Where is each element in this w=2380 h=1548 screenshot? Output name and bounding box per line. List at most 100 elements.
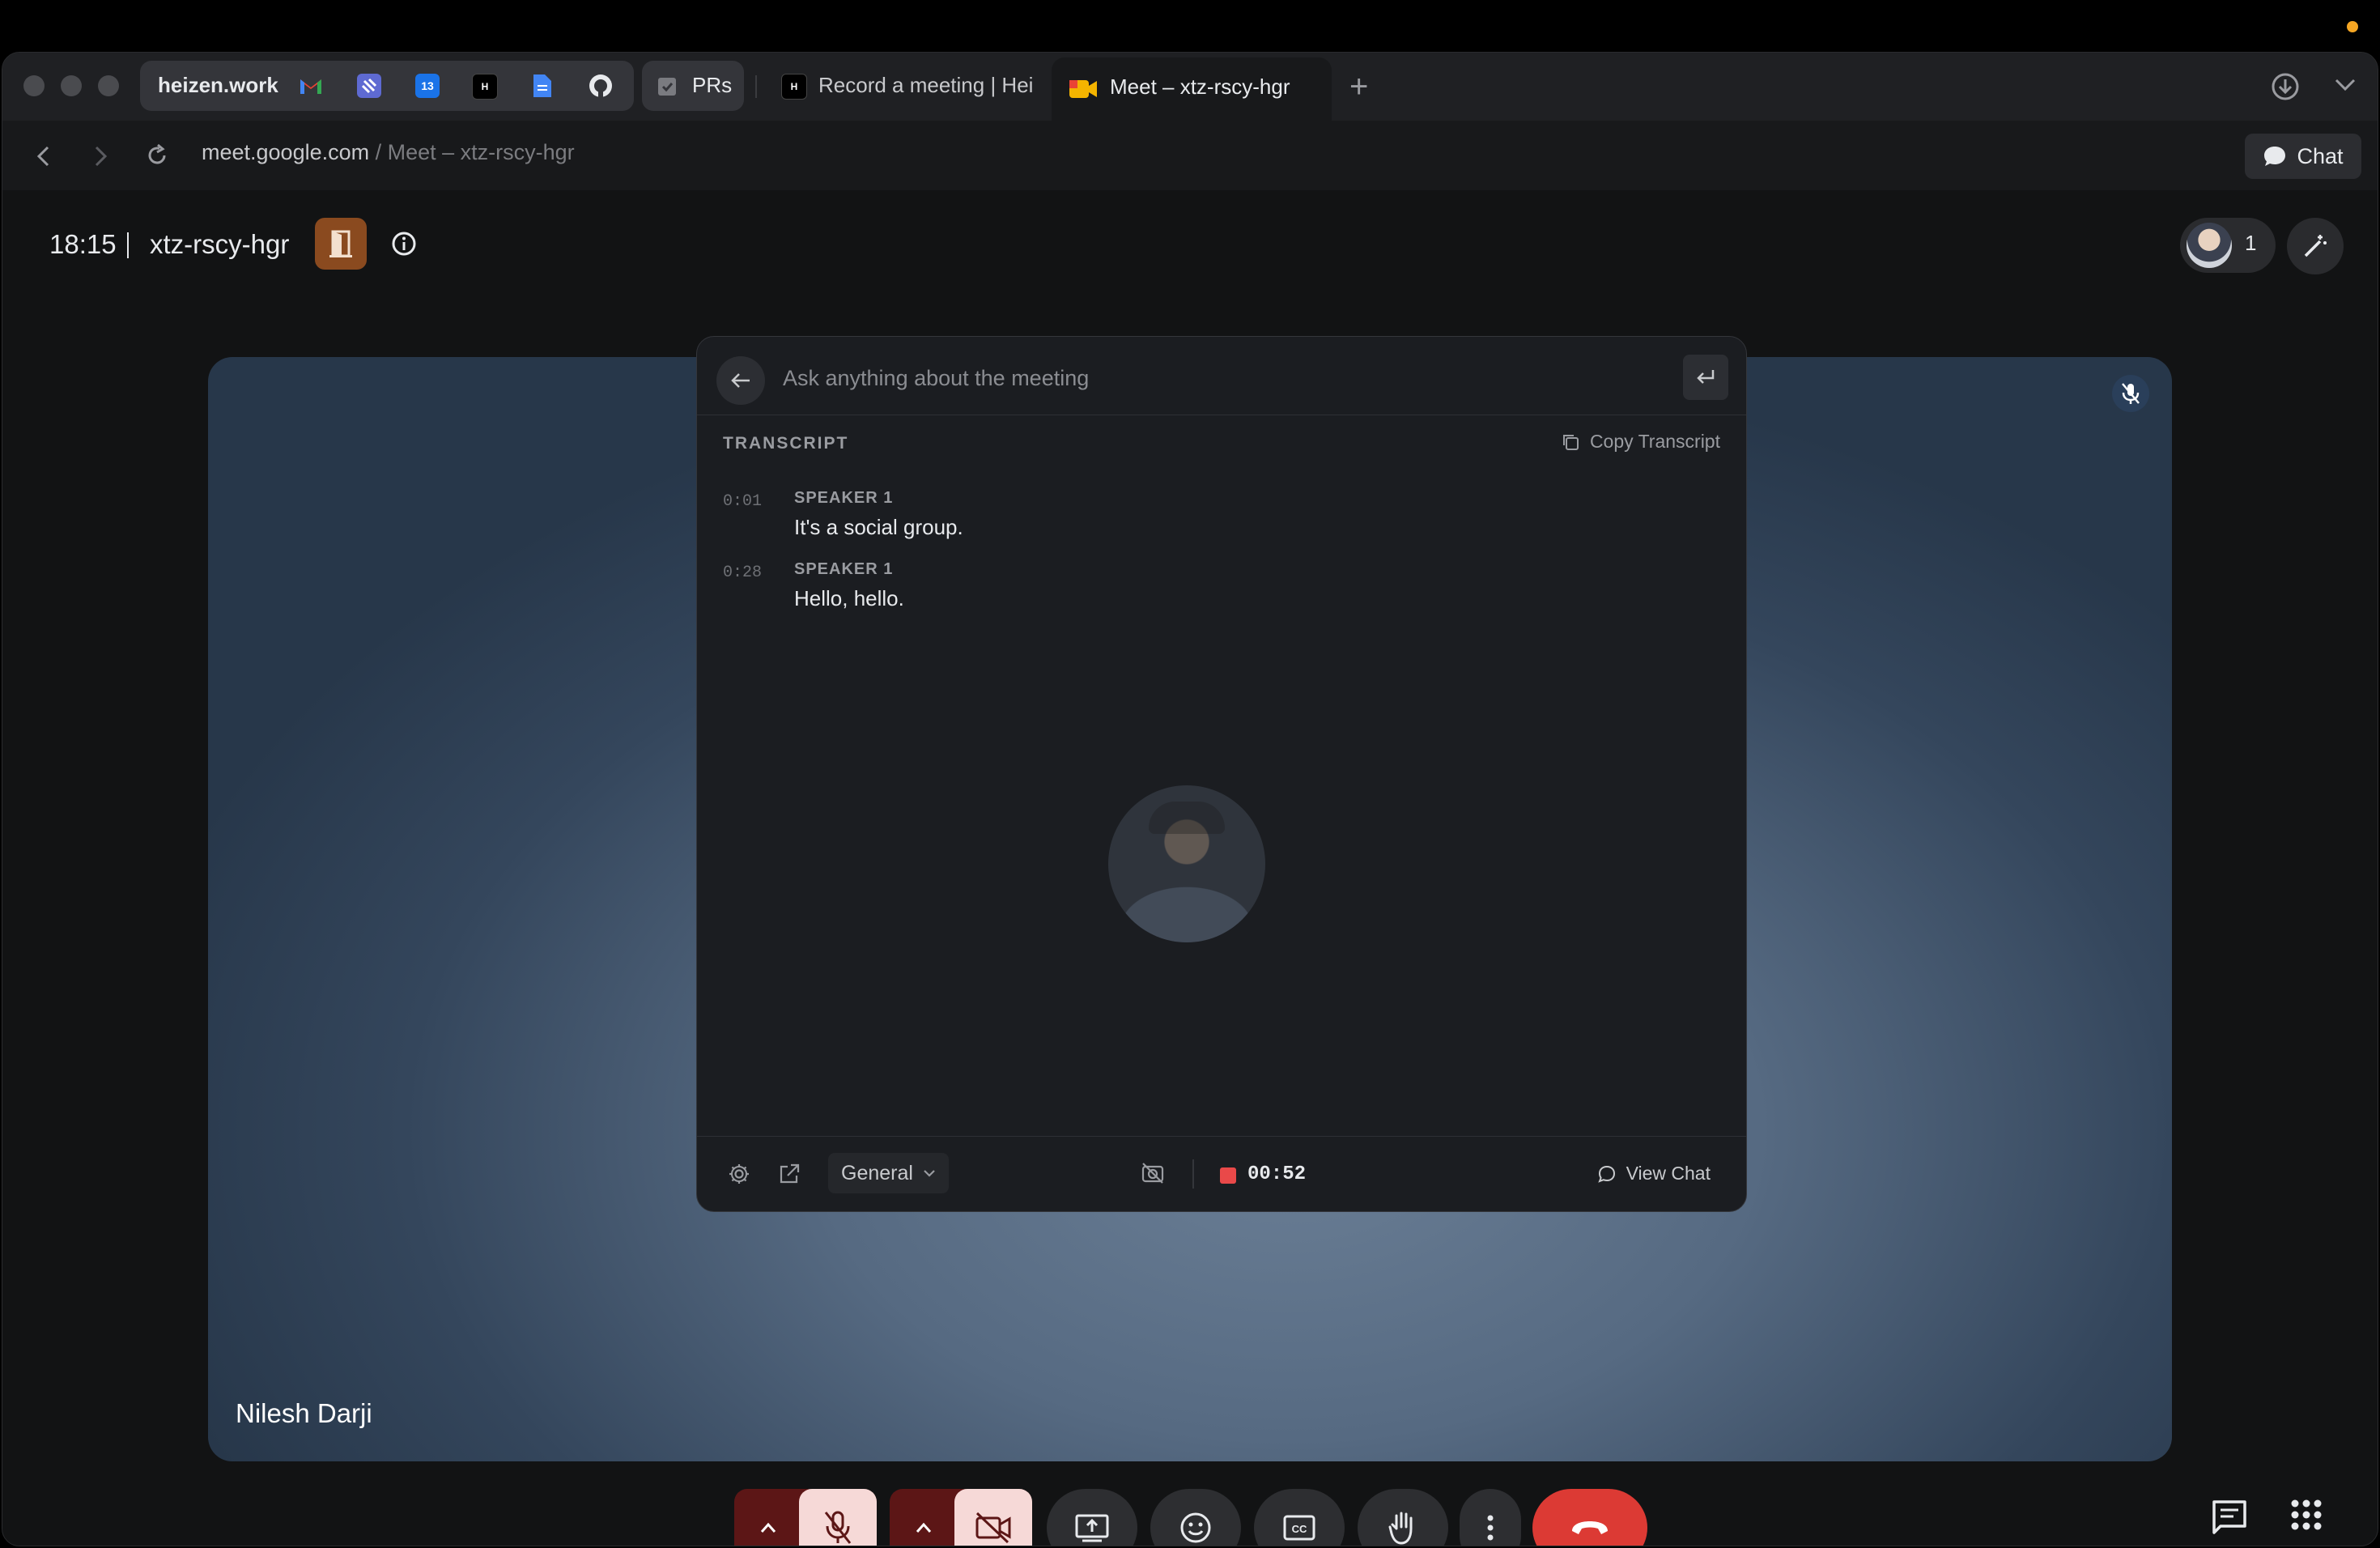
- present-screen-button[interactable]: [1047, 1489, 1137, 1546]
- recording-timer: 00:52: [1247, 1163, 1307, 1185]
- popout-icon[interactable]: [778, 1163, 801, 1185]
- entry-timestamp: 0:01: [723, 492, 763, 511]
- reload-icon[interactable]: [145, 143, 169, 168]
- transcript-entry: 0:28 SPEAKER 1 Hello, hello.: [723, 560, 1694, 630]
- docs-icon[interactable]: [530, 74, 555, 98]
- notification-dot: [2347, 21, 2358, 32]
- mic-off-icon: [824, 1511, 852, 1544]
- raise-hand-icon: [1388, 1512, 1413, 1545]
- tab-divider: [755, 75, 757, 98]
- participants-button[interactable]: 1: [2180, 218, 2276, 273]
- view-chat-button[interactable]: View Chat: [1597, 1163, 1711, 1184]
- screenshot-off-icon[interactable]: [1141, 1161, 1165, 1185]
- chat-bubble-icon: [2264, 147, 2286, 166]
- pinned-tab-heizen[interactable]: heizen.work: [158, 73, 278, 98]
- view-chat-label: View Chat: [1626, 1163, 1711, 1184]
- chat-bubble-icon: [1597, 1165, 1615, 1183]
- apps-grid-icon[interactable]: [2290, 1499, 2323, 1531]
- entry-text: It's a social group.: [794, 515, 963, 539]
- github-icon[interactable]: [589, 74, 613, 98]
- chevron-down-icon[interactable]: [2334, 77, 2357, 93]
- back-icon[interactable]: [35, 145, 51, 168]
- linear-icon[interactable]: [357, 74, 381, 98]
- back-button[interactable]: [716, 356, 765, 405]
- address-bar-row: meet.google.com / Meet – xtz-rscy-hgr Ch…: [2, 121, 2378, 191]
- smiley-icon: [1180, 1512, 1211, 1543]
- tab-label: PRs: [692, 73, 733, 97]
- entry-text: Hello, hello.: [794, 586, 904, 610]
- leave-call-button[interactable]: [1532, 1489, 1647, 1546]
- chevron-up-icon: [916, 1522, 932, 1533]
- enter-icon: [1697, 370, 1715, 384]
- entry-timestamp: 0:28: [723, 563, 763, 582]
- emoji-reaction-button[interactable]: [1150, 1489, 1241, 1546]
- copy-transcript-label: Copy Transcript: [1589, 431, 1720, 452]
- clipboard-icon: [658, 78, 676, 96]
- ask-row: [697, 337, 1746, 415]
- meeting-code: xtz-rscy-hgr: [150, 229, 290, 259]
- present-screen-icon: [1075, 1514, 1109, 1542]
- submit-question-button[interactable]: [1683, 355, 1728, 400]
- tab-meet-active[interactable]: Meet – xtz-rscy-hgr: [1052, 57, 1332, 121]
- meeting-assistant-panel: TRANSCRIPT Copy Transcript 0:01 SPEAKER …: [696, 336, 1747, 1212]
- mode-dropdown[interactable]: General: [828, 1153, 949, 1193]
- close-window-button[interactable]: [23, 75, 45, 96]
- zoom-window-button[interactable]: [98, 75, 119, 96]
- pinned-tab-group: heizen.work 13 H: [140, 61, 634, 111]
- panel-footer: General 00:52 View Chat: [697, 1136, 1746, 1211]
- chevron-up-icon: [760, 1522, 776, 1533]
- chat-panel-icon[interactable]: [2211, 1499, 2248, 1534]
- footer-divider: [1192, 1159, 1194, 1189]
- recording-indicator: [1220, 1167, 1236, 1184]
- magic-wand-icon: [2304, 235, 2327, 257]
- info-icon[interactable]: [389, 229, 419, 258]
- entry-speaker: SPEAKER 1: [794, 489, 894, 507]
- chevron-down-icon: [924, 1170, 935, 1177]
- tab-record-meeting[interactable]: H Record a meeting | Hei: [767, 61, 1042, 111]
- calendar-icon[interactable]: 13: [415, 74, 440, 98]
- transcript-entry: 0:01 SPEAKER 1 It's a social group.: [723, 489, 1694, 559]
- microphone-toggle-button[interactable]: [799, 1489, 877, 1546]
- hang-up-icon: [1572, 1521, 1608, 1534]
- magic-edit-button[interactable]: [2287, 218, 2344, 274]
- gmail-icon[interactable]: [299, 74, 323, 98]
- copy-transcript-button[interactable]: Copy Transcript: [1561, 431, 1720, 453]
- gear-icon[interactable]: [728, 1163, 750, 1185]
- browser-chat-button[interactable]: Chat: [2245, 134, 2361, 179]
- meet-icon: [1069, 80, 1097, 98]
- mode-selected: General: [841, 1161, 913, 1184]
- participant-avatar-hair: [1149, 802, 1225, 834]
- more-vert-icon: [1487, 1515, 1494, 1541]
- heizen-icon[interactable]: H: [472, 74, 498, 100]
- mic-off-icon: [2122, 383, 2140, 404]
- url-field[interactable]: meet.google.com / Meet – xtz-rscy-hgr: [202, 140, 575, 165]
- forward-icon[interactable]: [93, 145, 109, 168]
- tab-prs[interactable]: PRs: [642, 61, 744, 111]
- camera-toggle-button[interactable]: [954, 1489, 1032, 1546]
- minimize-window-button[interactable]: [61, 75, 82, 96]
- captions-icon: CC: [1283, 1515, 1315, 1541]
- tab-bar: heizen.work 13 H PRs H Record a meeting …: [2, 53, 2378, 121]
- heizen-icon: H: [781, 74, 807, 100]
- new-tab-button[interactable]: +: [1349, 69, 1368, 105]
- muted-badge: [2112, 375, 2149, 412]
- entry-speaker: SPEAKER 1: [794, 560, 894, 578]
- camera-off-icon: [975, 1512, 1011, 1544]
- url-path: / Meet – xtz-rscy-hgr: [369, 140, 575, 164]
- arrow-left-icon: [731, 373, 750, 388]
- captions-button[interactable]: CC: [1254, 1489, 1345, 1546]
- svg-text:CC: CC: [1292, 1523, 1307, 1535]
- meeting-time: 18:15: [49, 229, 117, 259]
- participant-count: 1: [2245, 231, 2257, 255]
- participant-name: Nilesh Darji: [236, 1398, 372, 1428]
- door-icon[interactable]: [315, 218, 367, 270]
- raise-hand-button[interactable]: [1358, 1489, 1448, 1546]
- chat-button-label: Chat: [2297, 143, 2344, 168]
- ask-input[interactable]: [781, 356, 1626, 400]
- more-options-button[interactable]: [1460, 1489, 1521, 1546]
- avatar: [2187, 223, 2232, 268]
- tab-label: Record a meeting | Hei: [818, 73, 1034, 97]
- downloads-icon[interactable]: [2271, 72, 2300, 101]
- header-divider: [127, 232, 129, 258]
- transcript-heading: TRANSCRIPT: [723, 434, 849, 453]
